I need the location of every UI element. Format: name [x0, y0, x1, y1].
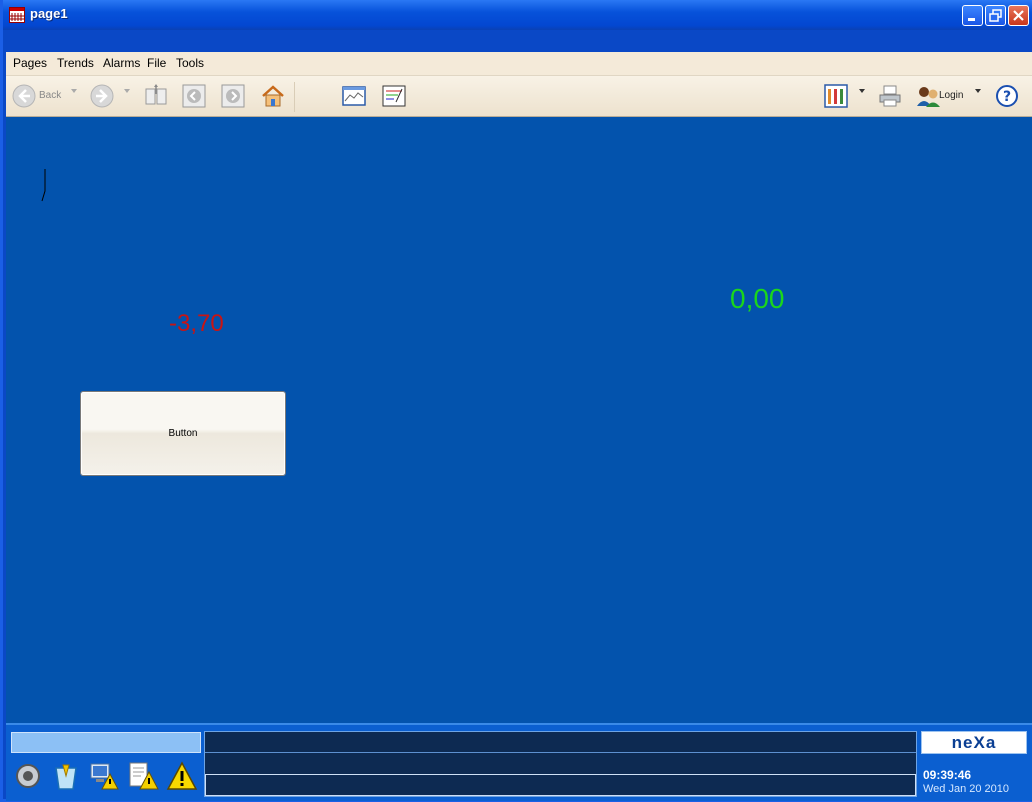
menu-tools[interactable]: Tools — [176, 56, 204, 70]
warning-icon[interactable] — [166, 760, 198, 792]
forward-dropdown-icon[interactable] — [124, 89, 130, 93]
page-list-icon[interactable] — [144, 84, 168, 108]
layout-dropdown-icon[interactable] — [859, 89, 865, 93]
help-icon[interactable]: ? — [995, 84, 1019, 108]
network-alarm-icon[interactable] — [88, 760, 120, 792]
minimize-icon — [968, 18, 975, 21]
back-label[interactable]: Back — [39, 90, 61, 101]
close-button[interactable] — [1008, 5, 1029, 26]
restore-button[interactable] — [985, 5, 1006, 26]
title-bar[interactable]: page1 — [3, 0, 1032, 30]
menu-bar: Pages Trends Alarms File Tools — [6, 52, 1032, 76]
toolbar: Back Login ? — [6, 76, 1032, 117]
login-label[interactable]: Login — [939, 90, 963, 101]
status-bar: neXa 09:39:46 Wed Jan 20 2010 — [6, 723, 1032, 801]
menu-alarms[interactable]: Alarms — [103, 56, 140, 70]
alarm-report-icon[interactable] — [382, 84, 406, 108]
menu-file[interactable]: File — [147, 56, 166, 70]
numeric-display-green: 0,00 — [730, 283, 785, 314]
trend-chart-icon[interactable] — [342, 84, 366, 108]
alarm-panel[interactable] — [204, 731, 917, 797]
alarm-row-divider — [205, 752, 916, 753]
home-icon[interactable] — [261, 84, 285, 108]
next-page-icon[interactable] — [221, 84, 245, 108]
acknowledge-icon[interactable] — [50, 760, 82, 792]
numeric-display-red: -3,70 — [169, 310, 224, 337]
page-button[interactable]: Button — [80, 391, 286, 476]
speaker-icon[interactable] — [12, 760, 44, 792]
alarm-row-selected[interactable] — [205, 774, 916, 796]
print-icon[interactable] — [878, 84, 902, 108]
previous-page-icon[interactable] — [182, 84, 206, 108]
page-canvas: -3,70 0,00 Button — [6, 117, 1032, 723]
header-band — [6, 30, 1032, 52]
clock-time: 09:39:46 — [923, 768, 972, 782]
back-dropdown-icon[interactable] — [71, 89, 77, 93]
minimize-button[interactable] — [962, 5, 983, 26]
window-title: page1 — [30, 6, 68, 21]
menu-pages[interactable]: Pages — [13, 56, 47, 70]
app-icon — [9, 7, 25, 23]
toolbar-separator — [294, 82, 295, 112]
clock-date: Wed Jan 20 2010 — [923, 783, 1010, 795]
layout-icon[interactable] — [824, 84, 848, 108]
line-shape — [41, 169, 46, 202]
application-window: page1 Pages Trends Alarms File Tools Bac… — [0, 0, 1032, 802]
menu-trends[interactable]: Trends — [57, 56, 94, 70]
status-field — [11, 732, 201, 753]
forward-arrow-icon[interactable] — [90, 84, 114, 108]
login-dropdown-icon[interactable] — [975, 89, 981, 93]
nexa-logo: neXa — [921, 731, 1027, 754]
logo-text: neXa — [951, 732, 997, 752]
svg-text:?: ? — [1003, 89, 1011, 105]
alarm-log-icon[interactable] — [127, 760, 159, 792]
restore-icon — [989, 9, 1002, 22]
close-icon — [1013, 10, 1024, 21]
back-arrow-icon[interactable] — [12, 84, 36, 108]
users-login-icon[interactable] — [916, 84, 940, 108]
